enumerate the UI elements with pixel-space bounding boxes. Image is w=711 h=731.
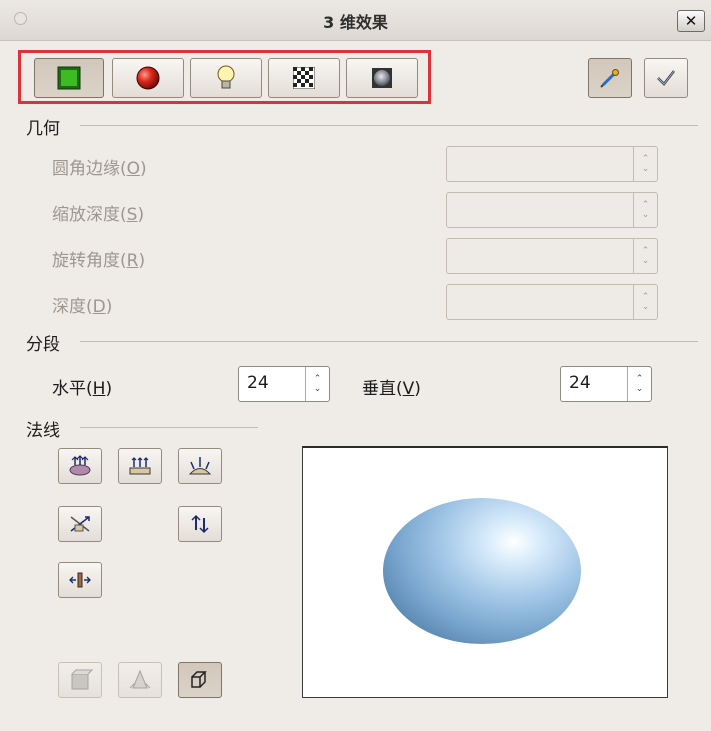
double-sided-illumination-button[interactable]	[178, 506, 222, 542]
scaled-depth-label: 缩放深度(S)	[52, 205, 145, 225]
geometry-divider	[80, 125, 698, 126]
illumination-tab-button[interactable]	[190, 58, 262, 98]
scaled-depth-field[interactable]: ⌃ ⌄	[446, 192, 658, 228]
rotation-angle-label: 旋转角度(R)	[52, 251, 146, 271]
horizontal-spin-arrows[interactable]: ⌃ ⌄	[305, 367, 329, 401]
rounded-edges-label: 圆角边缘(O)	[52, 159, 147, 179]
scaled-depth-spin-arrows[interactable]: ⌃ ⌄	[633, 193, 657, 227]
close-icon: ✕	[684, 12, 698, 30]
window-title: 3 维效果	[323, 13, 388, 32]
perspective-toggle-icon	[187, 668, 213, 692]
rotation-angle-spin-arrows[interactable]: ⌃ ⌄	[633, 239, 657, 273]
material-tab-button[interactable]	[346, 58, 418, 98]
normals-divider	[80, 427, 258, 428]
flat-normals-icon	[127, 455, 153, 477]
checkmark-icon	[655, 67, 677, 89]
apply-button[interactable]	[644, 58, 688, 98]
vertical-spin-arrows[interactable]: ⌃ ⌄	[627, 367, 651, 401]
horizontal-segments-field[interactable]: 24 ⌃ ⌄	[238, 366, 330, 402]
flat-normals-button[interactable]	[118, 448, 162, 484]
textures-tab-button[interactable]	[268, 58, 340, 98]
convert-to-lathe-icon	[127, 668, 153, 692]
normals-heading: 法线	[26, 421, 60, 441]
object-specific-normals-icon	[67, 455, 93, 477]
perspective-toggle-button[interactable]	[178, 662, 222, 698]
checker-texture-icon	[293, 67, 315, 89]
shading-tab-button[interactable]	[112, 58, 184, 98]
preview-pane[interactable]	[302, 446, 668, 698]
vertical-label: 垂直(V)	[362, 379, 421, 399]
preview-sphere	[383, 498, 581, 644]
depth-field[interactable]: ⌃ ⌄	[446, 284, 658, 320]
rounded-edges-field[interactable]: ⌃ ⌄	[446, 146, 658, 182]
object-specific-normals-button[interactable]	[58, 448, 102, 484]
geometry-tab-button[interactable]	[34, 58, 104, 98]
double-sided-icon	[67, 569, 93, 591]
close-button[interactable]: ✕	[677, 10, 705, 32]
depth-label: 深度(D)	[52, 297, 113, 317]
light-bulb-icon	[215, 64, 237, 92]
convert-to-3d-button[interactable]	[58, 662, 102, 698]
eyedropper-icon	[599, 67, 621, 89]
double-sided-button[interactable]	[58, 562, 102, 598]
rounded-edges-spin-arrows[interactable]: ⌃ ⌄	[633, 147, 657, 181]
title-bar: 3 维效果 ✕	[0, 0, 711, 41]
shading-sphere-icon	[135, 65, 161, 91]
assign-button[interactable]	[588, 58, 632, 98]
depth-spin-arrows[interactable]: ⌃ ⌄	[633, 285, 657, 319]
convert-to-lathe-button[interactable]	[118, 662, 162, 698]
horizontal-label: 水平(H)	[52, 379, 113, 399]
segments-heading: 分段	[26, 335, 60, 355]
double-sided-illumination-icon	[187, 513, 213, 535]
spherical-normals-button[interactable]	[178, 448, 222, 484]
geometry-heading: 几何	[26, 119, 60, 139]
geometry-cube-icon	[57, 66, 81, 90]
convert-to-3d-icon	[67, 668, 93, 692]
rotation-angle-field[interactable]: ⌃ ⌄	[446, 238, 658, 274]
invert-normals-icon	[67, 513, 93, 535]
vertical-segments-field[interactable]: 24 ⌃ ⌄	[560, 366, 652, 402]
segments-divider	[80, 341, 698, 342]
invert-normals-button[interactable]	[58, 506, 102, 542]
spherical-normals-icon	[187, 455, 213, 477]
material-icon	[371, 67, 393, 89]
